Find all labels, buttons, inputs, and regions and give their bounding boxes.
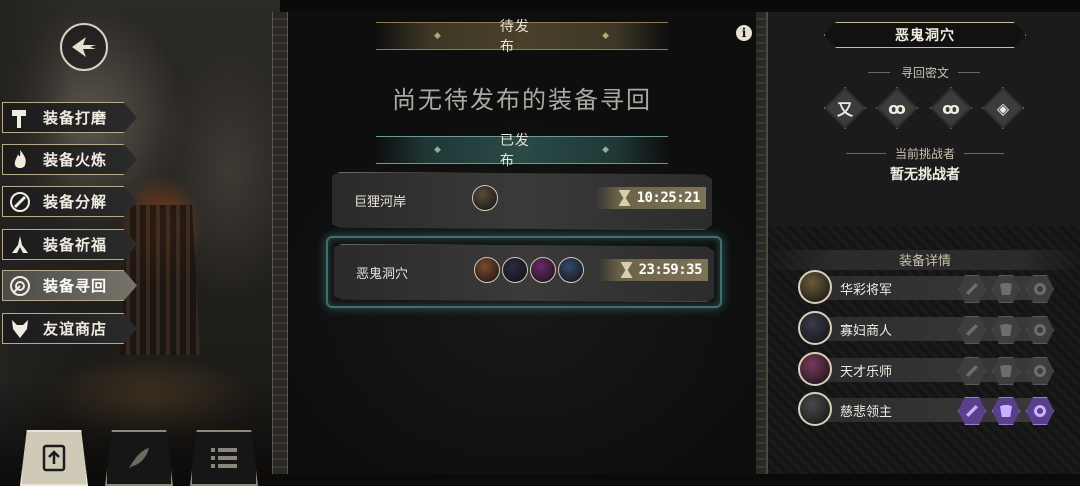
ring-icon <box>1034 365 1046 377</box>
empty-message: 尚无待发布的装备寻回 <box>392 86 652 114</box>
hero-avatar <box>474 257 500 283</box>
timer-text: 23:59:35 <box>638 262 703 278</box>
upload-icon <box>42 444 66 472</box>
hammer-icon <box>3 103 37 132</box>
quest-row-body: 巨狸河岸 10:25:21 <box>332 172 712 230</box>
detail-panel: 恶鬼洞穴 寻回密文 又 ꝏ ꝏ ◈ 当前挑战者 暂无挑战者 装备详情 华彩将军 寡妇商人… <box>766 12 1080 474</box>
cipher-label: 寻回密文 <box>900 66 949 80</box>
hero-avatar <box>798 392 832 426</box>
nav-item-5[interactable]: 友谊商店 <box>2 313 137 344</box>
challenger-value: 暂无挑战者 <box>890 167 960 183</box>
quest-row[interactable]: 巨狸河岸 10:25:21 <box>326 166 718 234</box>
pending-title: 待发布 <box>499 19 530 55</box>
list-icon <box>211 448 237 468</box>
sword-icon <box>966 405 978 417</box>
quest-avatars <box>472 185 498 211</box>
hourglass-icon <box>620 262 633 278</box>
equipment-row[interactable]: 慈悲领主 <box>798 392 1054 428</box>
hero-avatar <box>530 257 556 283</box>
armor-icon <box>1000 405 1012 417</box>
feather-icon <box>129 448 149 468</box>
ornament-icon: ◆ <box>602 31 610 41</box>
ornament-icon: ◆ <box>434 31 442 41</box>
challenger-label: 当前挑战者 <box>894 147 955 161</box>
disassemble-icon <box>3 187 37 216</box>
nav-item-label: 装备火炼 <box>43 151 108 169</box>
nav-item-label: 装备寻回 <box>43 277 108 295</box>
divider <box>958 72 980 73</box>
pending-header: ◆ 待发布 ◆ <box>376 19 668 55</box>
ornament-icon: ◆ <box>434 145 442 155</box>
ring-icon <box>1034 283 1046 295</box>
nav-item-1[interactable]: 装备火炼 <box>2 144 137 175</box>
ring-icon <box>1034 324 1046 336</box>
hero-avatar <box>798 352 832 386</box>
back-button[interactable] <box>60 23 108 71</box>
hero-avatar <box>502 257 528 283</box>
ornament-icon: ◆ <box>602 145 610 155</box>
quest-row-body: 恶鬼洞穴 23:59:35 <box>334 244 714 302</box>
recovery-panel: ◆ 待发布 ◆ i 尚无待发布的装备寻回 ◆ 已发布 ◆ 巨狸河岸 10:25:2… <box>288 12 756 474</box>
hero-avatar <box>798 311 832 345</box>
nav-item-label: 装备打磨 <box>43 109 108 127</box>
quest-name: 巨狸河岸 <box>354 195 407 210</box>
armor-icon <box>1000 324 1012 336</box>
hero-avatar <box>798 270 832 304</box>
hero-name: 寡妇商人 <box>840 324 893 339</box>
hero-avatar <box>558 257 584 283</box>
hero-name: 天才乐师 <box>840 365 893 380</box>
pray-icon <box>3 230 37 259</box>
equipment-row[interactable]: 华彩将军 <box>798 270 1054 306</box>
flame-icon <box>3 145 37 174</box>
back-arrow-icon <box>72 37 96 57</box>
quest-row[interactable]: 恶鬼洞穴 23:59:35 <box>326 236 722 308</box>
target-icon <box>3 271 37 300</box>
divider <box>868 72 890 73</box>
nav-item-2[interactable]: 装备分解 <box>2 186 137 217</box>
detail-title: 恶鬼洞穴 <box>824 22 1026 48</box>
hero-name: 慈悲领主 <box>840 405 893 420</box>
ring-icon <box>1034 405 1046 417</box>
equipment-row[interactable]: 天才乐师 <box>798 352 1054 388</box>
quest-timer: 10:25:21 <box>596 187 706 209</box>
hourglass-icon <box>618 190 631 206</box>
divider <box>964 153 1004 154</box>
sword-icon <box>966 283 978 295</box>
equipment-header: 装备详情 <box>768 250 1080 270</box>
equipment-row[interactable]: 寡妇商人 <box>798 311 1054 347</box>
timer-text: 10:25:21 <box>636 190 701 206</box>
quest-name: 恶鬼洞穴 <box>356 267 409 282</box>
sword-icon <box>966 324 978 336</box>
tab-feather[interactable] <box>105 430 173 486</box>
tab-publish[interactable] <box>20 430 88 486</box>
nav-item-3[interactable]: 装备祈福 <box>2 229 137 260</box>
nav-item-4[interactable]: 装备寻回 <box>2 270 137 301</box>
hero-avatar <box>472 185 498 211</box>
fox-icon <box>3 314 37 343</box>
frame-divider-left <box>272 12 288 474</box>
published-header: ◆ 已发布 ◆ <box>376 133 668 169</box>
published-title: 已发布 <box>499 133 530 169</box>
nav-item-label: 友谊商店 <box>43 320 108 338</box>
divider <box>846 153 886 154</box>
hero-name: 华彩将军 <box>840 283 893 298</box>
info-icon[interactable]: i <box>736 25 752 41</box>
tab-list[interactable] <box>190 430 258 486</box>
nav-item-label: 装备分解 <box>43 193 108 211</box>
armor-icon <box>1000 365 1012 377</box>
quest-avatars <box>474 257 584 283</box>
nav-item-0[interactable]: 装备打磨 <box>2 102 137 133</box>
armor-icon <box>1000 283 1012 295</box>
quest-timer: 23:59:35 <box>598 259 708 281</box>
nav-item-label: 装备祈福 <box>43 236 108 254</box>
sword-icon <box>966 365 978 377</box>
